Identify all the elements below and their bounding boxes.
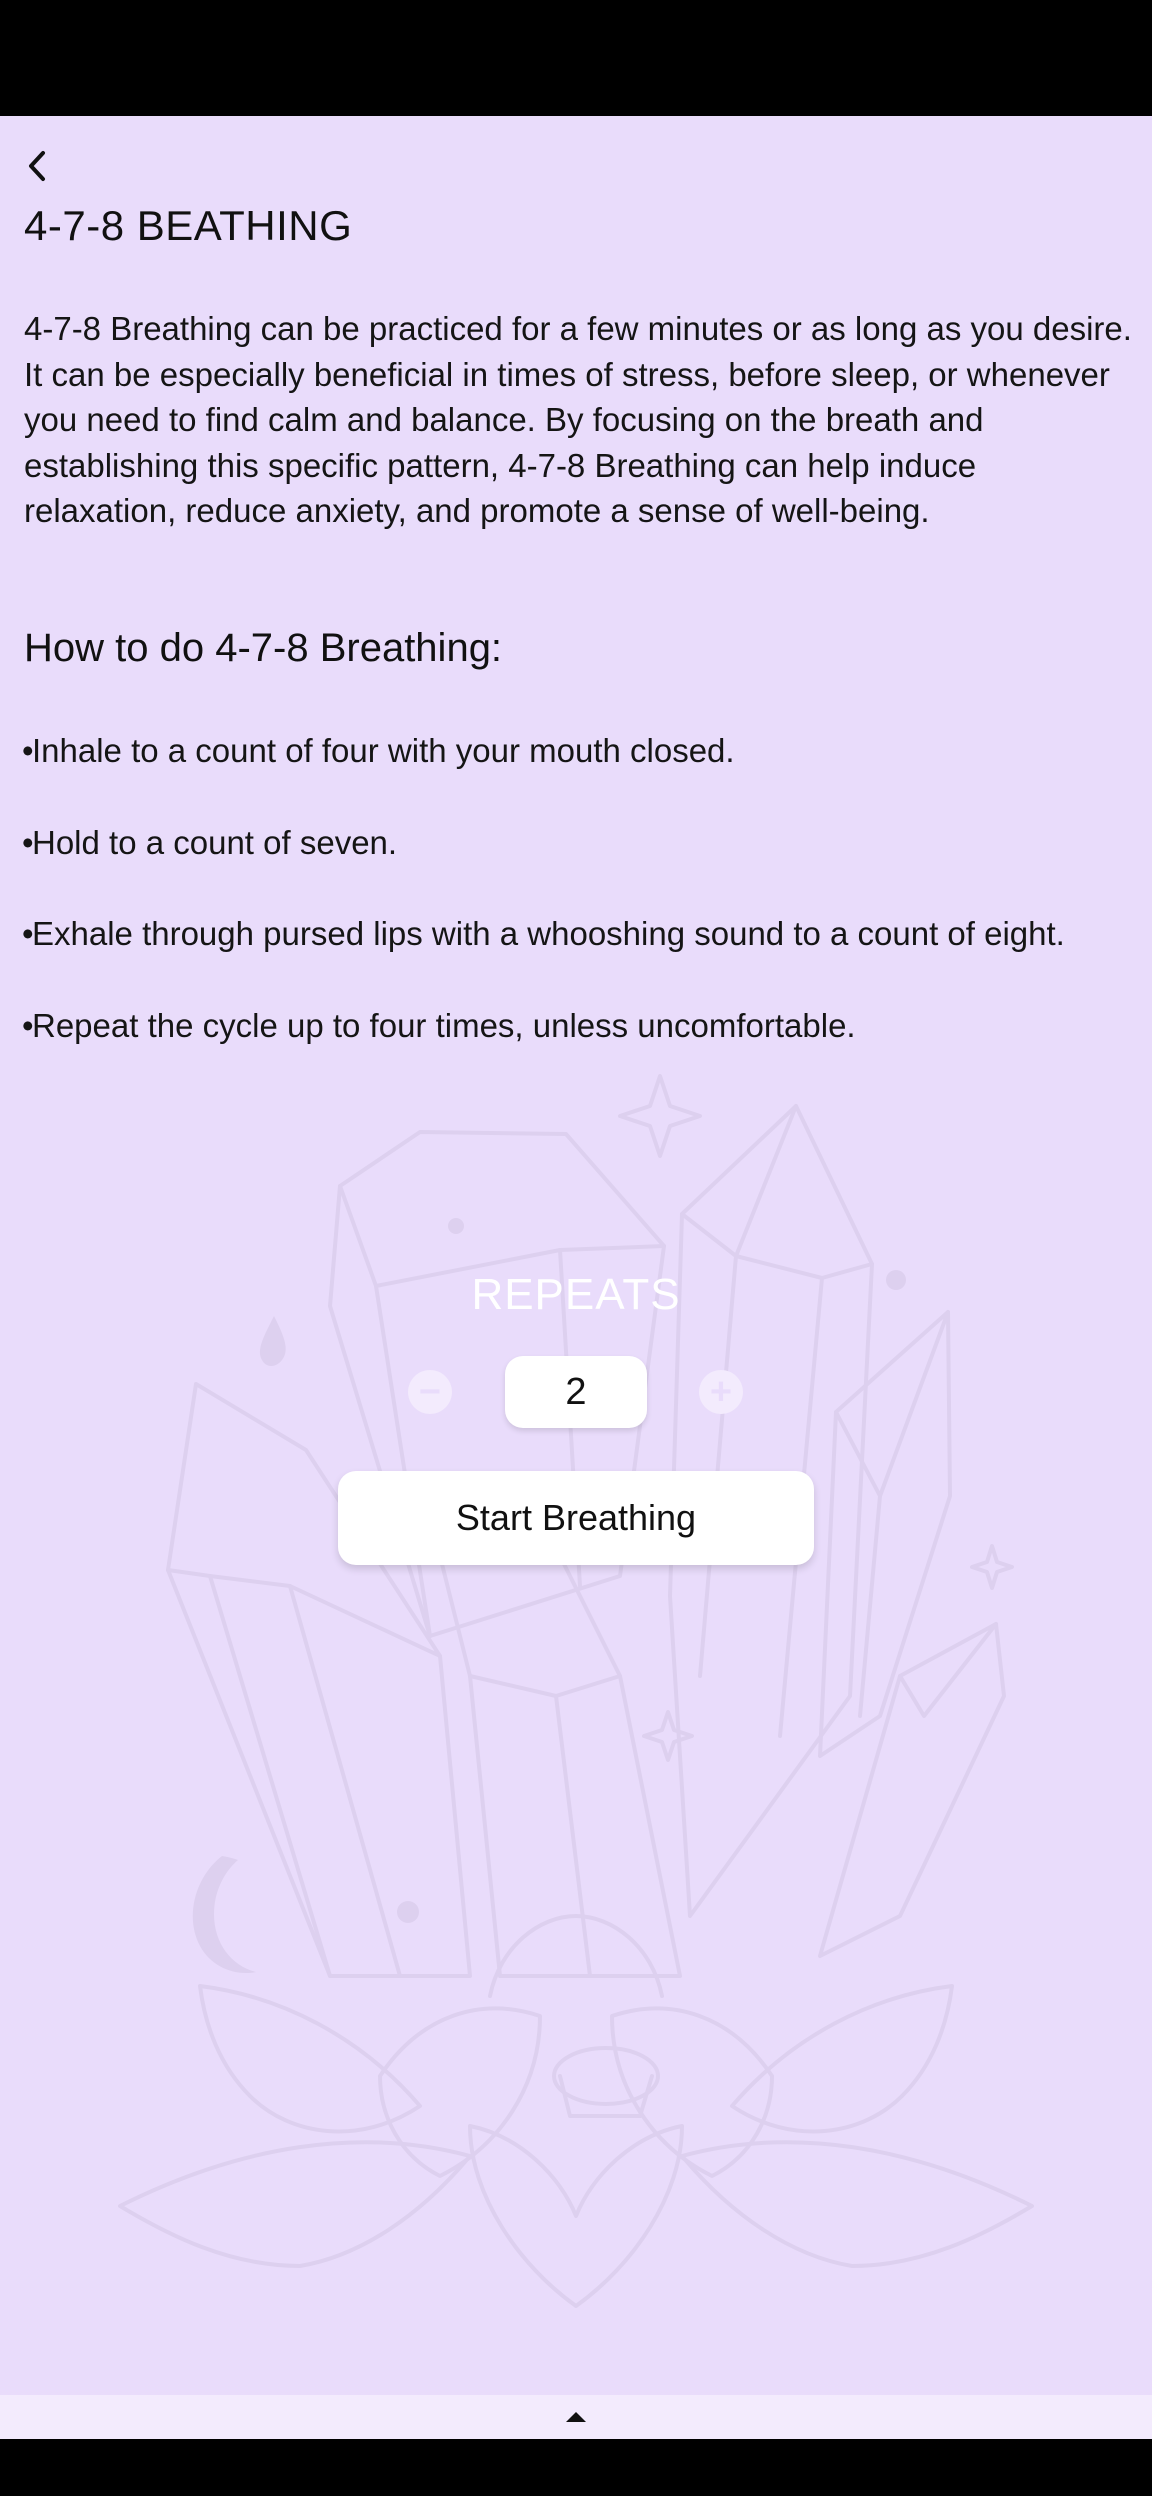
start-breathing-button[interactable]: Start Breathing <box>338 1471 814 1565</box>
bullet: • <box>22 915 34 952</box>
step-item: • Exhale through pursed lips with a whoo… <box>22 911 1132 957</box>
step-item: • Repeat the cycle up to four times, unl… <box>22 1003 1132 1049</box>
breathing-detail-screen: 4-7-8 BEATHING 4-7-8 Breathing can be pr… <box>0 116 1152 2395</box>
chevron-left-icon <box>29 151 45 181</box>
bottom-sheet-handle[interactable] <box>0 2395 1152 2439</box>
plus-circle-icon: + <box>709 1371 733 1413</box>
repeats-value[interactable]: 2 <box>505 1356 647 1428</box>
back-button[interactable] <box>8 136 68 196</box>
bullet: • <box>22 823 34 861</box>
repeats-stepper: − 2 + <box>0 1356 1152 1428</box>
step-text: Inhale to a count of four with your mout… <box>32 732 735 769</box>
navigation-bar <box>0 2439 1152 2496</box>
step-item: • Hold to a count of seven. <box>22 820 1132 866</box>
bullet: • <box>22 1006 34 1044</box>
step-text: Hold to a count of seven. <box>32 823 398 861</box>
step-text: Exhale through pursed lips with a whoosh… <box>32 915 1065 952</box>
intro-paragraph: 4-7-8 Breathing can be practiced for a f… <box>24 310 1132 529</box>
repeats-label: REPEATS <box>471 1270 681 1319</box>
minus-circle-icon: − <box>418 1371 442 1413</box>
bullet: • <box>22 732 34 769</box>
steps-list: • Inhale to a count of four with your mo… <box>22 728 1132 1094</box>
step-text: Repeat the cycle up to four times, unles… <box>32 1006 856 1044</box>
status-bar <box>0 0 1152 116</box>
decrement-button[interactable]: − <box>408 1370 452 1414</box>
how-to-heading: How to do 4-7-8 Breathing: <box>24 626 503 670</box>
step-item: • Inhale to a count of four with your mo… <box>22 728 1132 774</box>
caret-up-icon <box>566 2412 586 2422</box>
page-title: 4-7-8 BEATHING <box>24 202 353 249</box>
increment-button[interactable]: + <box>699 1370 743 1414</box>
